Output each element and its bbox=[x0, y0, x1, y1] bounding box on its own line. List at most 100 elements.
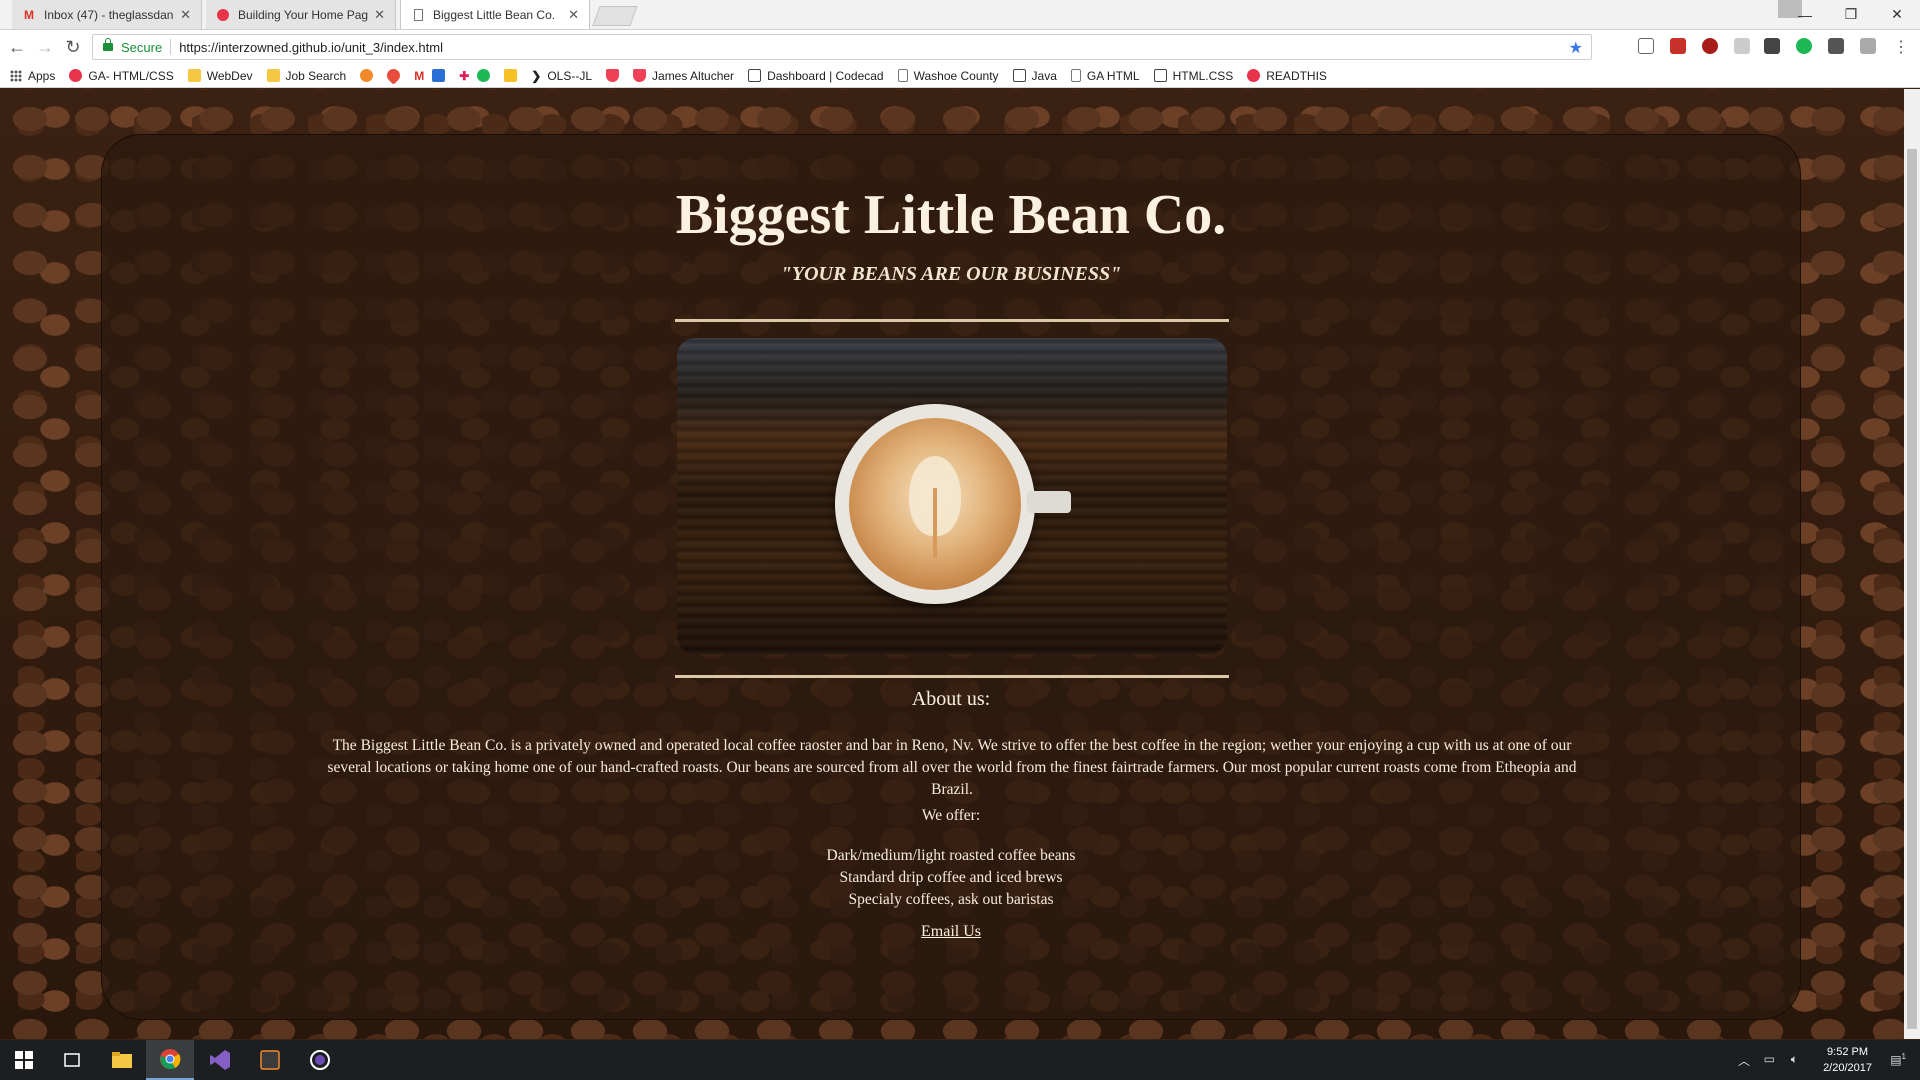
email-us-link[interactable]: Email Us bbox=[921, 923, 981, 940]
browser-toolbar: ← → ↻ Secure https://interzowned.github.… bbox=[0, 30, 1920, 64]
bookmark-washoe-county[interactable]: Washoe County bbox=[897, 68, 999, 83]
windows-start-icon[interactable] bbox=[0, 1040, 48, 1080]
keep-icon bbox=[504, 69, 518, 82]
chrome-taskbar-icon[interactable] bbox=[146, 1040, 194, 1080]
offer-item: Standard drip coffee and iced brews bbox=[839, 869, 1063, 886]
offer-list: Dark/medium/light roasted coffee beans S… bbox=[102, 845, 1800, 911]
system-clock[interactable]: 9:52 PM 2/20/2017 bbox=[1823, 1044, 1872, 1076]
ga-icon bbox=[69, 69, 83, 82]
bookmark-ga-html[interactable]: GA HTML bbox=[1070, 68, 1140, 83]
email-container: Email Us bbox=[102, 923, 1800, 941]
back-icon[interactable]: ← bbox=[6, 36, 28, 58]
windows-taskbar: ︿ ▭ 🔈︎ 9:52 PM 2/20/2017 ▤1 bbox=[0, 1040, 1920, 1080]
show-hidden-icons[interactable]: ︿ bbox=[1738, 1052, 1750, 1069]
bookmark-spotify[interactable] bbox=[477, 69, 496, 82]
bookmark-dashboard-codecad[interactable]: Dashboard | Codecad bbox=[748, 69, 884, 83]
forward-icon[interactable]: → bbox=[34, 36, 56, 58]
bookmark-pocket[interactable] bbox=[606, 69, 625, 82]
reload-icon[interactable]: ↻ bbox=[62, 36, 84, 58]
bookmark-star-icon[interactable]: ★ bbox=[1569, 38, 1583, 58]
bookmark-keep[interactable] bbox=[504, 69, 523, 82]
page-icon bbox=[1070, 69, 1081, 82]
codecademy-icon bbox=[1012, 69, 1026, 82]
bookmark-label: Apps bbox=[28, 68, 56, 83]
grammarly-icon[interactable] bbox=[1796, 38, 1812, 54]
folder-icon bbox=[187, 69, 201, 82]
bookmark-label: WebDev bbox=[206, 68, 253, 83]
bookmark-slack[interactable]: ✚ bbox=[459, 69, 469, 83]
bookmark-orange[interactable] bbox=[360, 69, 379, 82]
cast-icon[interactable] bbox=[1638, 38, 1654, 54]
bookmark-label: Java bbox=[1031, 68, 1057, 83]
close-window-icon[interactable]: ✕ bbox=[1874, 0, 1920, 29]
close-tab-icon[interactable]: ✕ bbox=[374, 7, 385, 23]
bookmark-job-search[interactable]: Job Search bbox=[266, 68, 347, 83]
bookmark-icon: ❯ bbox=[531, 68, 542, 83]
extension-gray2-icon[interactable] bbox=[1860, 38, 1876, 54]
bookmark-apps[interactable]: Apps bbox=[10, 69, 55, 83]
bookmark-ols-jl[interactable]: ❯ OLS--JL bbox=[531, 69, 592, 83]
bookmark-label: Washoe County bbox=[913, 68, 999, 83]
apps-grid-icon bbox=[10, 69, 22, 82]
hero-latte-image bbox=[677, 338, 1227, 654]
cup-handle bbox=[1027, 491, 1071, 513]
bookmark-label: GA- HTML/CSS bbox=[88, 68, 174, 83]
network-icon[interactable]: ▭ bbox=[1764, 1052, 1775, 1066]
ublock-icon[interactable] bbox=[1702, 38, 1718, 54]
file-explorer-icon[interactable] bbox=[98, 1040, 146, 1080]
volume-icon[interactable]: 🔈︎ bbox=[1791, 1052, 1798, 1067]
notification-count: 1 bbox=[1901, 1052, 1906, 1061]
maximize-icon[interactable]: ❐ bbox=[1828, 0, 1874, 29]
extension-red-icon[interactable] bbox=[1670, 38, 1686, 54]
bookmark-webdev[interactable]: WebDev bbox=[187, 68, 253, 83]
bookmark-gmail[interactable]: M bbox=[414, 69, 424, 83]
bookmark-heart[interactable] bbox=[384, 66, 406, 85]
address-bar[interactable]: Secure https://interzowned.github.io/uni… bbox=[92, 34, 1592, 60]
bookmark-label: Job Search bbox=[285, 68, 347, 83]
bookmark-label: OLS--JL bbox=[547, 68, 593, 83]
gmail-icon: M bbox=[24, 7, 34, 22]
codecademy-icon bbox=[1153, 69, 1167, 82]
folder-icon bbox=[266, 69, 280, 82]
ga-icon bbox=[216, 8, 230, 22]
minimize-icon[interactable]: — bbox=[1782, 0, 1828, 29]
new-tab-button[interactable] bbox=[592, 6, 638, 26]
bookmark-label: James Altucher bbox=[652, 68, 735, 83]
bookmark-james-altucher[interactable]: James Altucher bbox=[633, 69, 734, 83]
secure-label: Secure bbox=[121, 39, 163, 55]
clock-time: 9:52 PM bbox=[1827, 1046, 1869, 1058]
heart-icon bbox=[384, 66, 403, 85]
bookmark-readthis[interactable]: READTHIS bbox=[1247, 69, 1327, 83]
menu-kebab-icon[interactable]: ⋮ bbox=[1890, 36, 1912, 58]
pocket-extension-icon[interactable] bbox=[1764, 38, 1780, 54]
task-view-icon[interactable] bbox=[48, 1040, 96, 1080]
action-center-icon[interactable]: ▤1 bbox=[1890, 1052, 1906, 1067]
bookmark-label: READTHIS bbox=[1266, 68, 1327, 83]
tagline: "YOUR BEANS ARE OUR BUSINESS" bbox=[780, 263, 1122, 285]
bookmark-label: HTML.CSS bbox=[1172, 68, 1234, 83]
bookmark-html-css[interactable]: HTML.CSS bbox=[1153, 68, 1234, 83]
bookmark-label: Dashboard | Codecad bbox=[767, 68, 884, 83]
close-tab-icon[interactable]: ✕ bbox=[568, 7, 579, 23]
extension-gray-icon[interactable] bbox=[1734, 38, 1750, 54]
offer-item: Dark/medium/light roasted coffee beans bbox=[826, 847, 1076, 864]
tab-title: Biggest Little Bean Co. bbox=[433, 7, 556, 22]
tab-inbox[interactable]: M Inbox (47) - theglassdan ✕ bbox=[12, 0, 202, 29]
tab-building-home-page[interactable]: Building Your Home Pag ✕ bbox=[206, 0, 396, 29]
bookmark-mail[interactable] bbox=[432, 69, 451, 82]
mail-extension-icon[interactable] bbox=[1828, 38, 1844, 54]
page-scrollbar[interactable] bbox=[1904, 89, 1920, 1039]
bookmark-java[interactable]: Java bbox=[1012, 68, 1057, 83]
spotify-icon bbox=[477, 69, 491, 82]
app-circle-icon[interactable] bbox=[296, 1040, 344, 1080]
tab-title: Building Your Home Pag bbox=[238, 7, 369, 22]
slack-icon: ✚ bbox=[459, 68, 470, 83]
close-tab-icon[interactable]: ✕ bbox=[180, 7, 191, 23]
bookmark-label: GA HTML bbox=[1086, 68, 1140, 83]
tab-biggest-little-bean[interactable]: Biggest Little Bean Co. ✕ bbox=[400, 0, 590, 29]
visual-studio-icon[interactable] bbox=[196, 1040, 244, 1080]
sublime-text-icon[interactable] bbox=[246, 1040, 294, 1080]
url-text[interactable]: https://interzowned.github.io/unit_3/ind… bbox=[179, 40, 443, 55]
bookmark-ga-html-css[interactable]: GA- HTML/CSS bbox=[69, 68, 174, 83]
scrollbar-thumb[interactable] bbox=[1907, 149, 1917, 1029]
